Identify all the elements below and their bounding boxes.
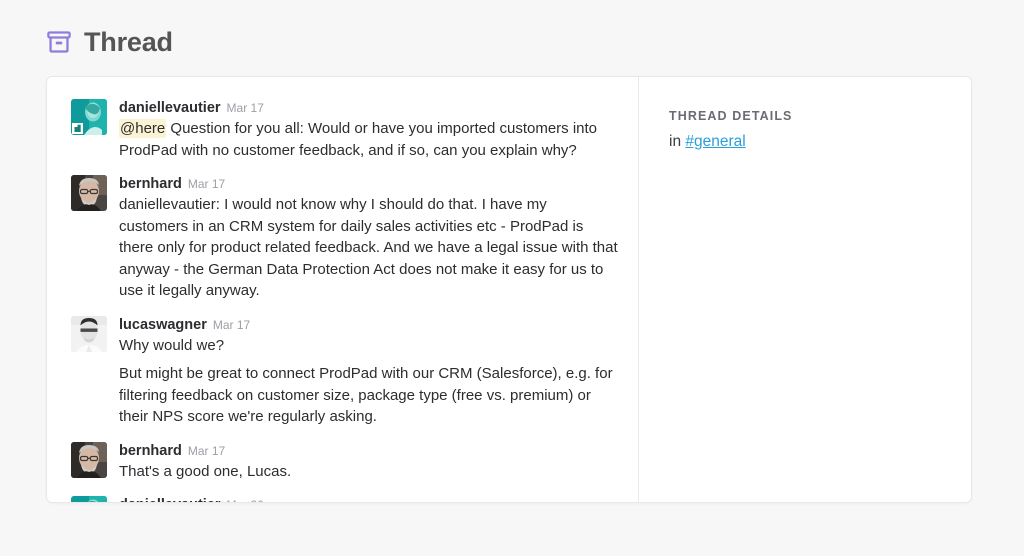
message-author[interactable]: bernhard bbox=[119, 443, 182, 459]
message-paragraph: That's a good one, Lucas. bbox=[119, 461, 618, 483]
message-paragraph: daniellevautier: I would not know why I … bbox=[119, 194, 618, 302]
message-text: daniellevautier: I would not know why I … bbox=[119, 194, 618, 302]
page-header: Thread bbox=[0, 0, 1024, 62]
message-text: That's a good one, Lucas. bbox=[119, 461, 618, 483]
page-title: Thread bbox=[84, 26, 173, 57]
message-timestamp: Mar 20 bbox=[227, 498, 264, 502]
message-meta: bernhard Mar 17 bbox=[119, 443, 618, 459]
message-paragraph: Why would we? bbox=[119, 335, 618, 357]
thread-channel-line: in #general bbox=[669, 132, 971, 152]
thread-details-heading: THREAD DETAILS bbox=[669, 109, 793, 123]
thread-details-pane: THREAD DETAILS in #general bbox=[639, 77, 971, 502]
avatar[interactable] bbox=[71, 315, 107, 352]
archive-box-icon bbox=[46, 29, 72, 55]
message-timestamp: Mar 17 bbox=[226, 101, 264, 115]
message-author[interactable]: daniellevautier bbox=[119, 497, 221, 502]
message-item: daniellevautierMar 20Thanks @bernhard an… bbox=[47, 496, 638, 502]
message-meta: daniellevautier Mar 20 bbox=[119, 497, 618, 502]
message-timestamp: Mar 17 bbox=[187, 443, 226, 458]
message-item: lucaswagner Mar 17 Why would we? But might … bbox=[47, 315, 638, 428]
message-author[interactable]: daniellevautier bbox=[119, 100, 221, 116]
text-run: But might be great to connect ProdPad wi… bbox=[119, 365, 613, 425]
channel-link-general[interactable]: #general bbox=[685, 133, 745, 150]
message-paragraph: @here Question for you all: Would or hav… bbox=[119, 118, 618, 161]
text-run: Question for you all: Would or have you … bbox=[119, 120, 598, 159]
avatar[interactable] bbox=[71, 99, 107, 135]
message-body: daniellevautier Mar 17 @here Question for … bbox=[119, 99, 618, 161]
text-run: That's a good one, Lucas. bbox=[119, 462, 292, 480]
message-author[interactable]: lucaswagner bbox=[119, 317, 207, 333]
message-paragraph: But might be great to connect ProdPad wi… bbox=[119, 363, 618, 428]
message-meta: bernhard Mar 17 bbox=[119, 176, 618, 192]
avatar[interactable] bbox=[71, 175, 107, 211]
message-item: bernhard Mar 17 daniellevautier: I would n… bbox=[47, 175, 638, 302]
message-meta: daniellevautier Mar 17 bbox=[119, 100, 618, 116]
message-body: bernhard Mar 17 daniellevautier: I would n… bbox=[119, 175, 618, 302]
message-body: daniellevautierMar 20Thanks @bernhard an… bbox=[119, 496, 618, 502]
message-text: @here Question for you all: Would or hav… bbox=[119, 118, 618, 161]
channel-prefix-label: in bbox=[669, 133, 686, 150]
message-timestamp: Mar 17 bbox=[212, 317, 251, 332]
message-body: bernhard Mar 17 That's a good one, Lucas. bbox=[119, 442, 618, 483]
message-item: daniellevautier Mar 17 @here Question for … bbox=[47, 99, 638, 161]
mention-here[interactable]: @here bbox=[119, 119, 167, 138]
message-item: bernhard Mar 17 That's a good one, Lucas. bbox=[47, 441, 638, 483]
text-run: daniellevautier: I would not know why I … bbox=[119, 196, 618, 299]
message-body: lucaswagner Mar 17 Why would we? But might … bbox=[119, 316, 618, 428]
message-text: Why would we? But might be great to conne… bbox=[119, 335, 618, 428]
avatar[interactable] bbox=[71, 441, 107, 478]
message-author[interactable]: bernhard bbox=[119, 176, 182, 192]
message-timestamp: Mar 17 bbox=[187, 177, 226, 191]
message-meta: lucaswagner Mar 17 bbox=[119, 317, 618, 333]
text-run: Why would we? bbox=[119, 336, 225, 354]
avatar[interactable] bbox=[71, 496, 107, 502]
messages-pane: daniellevautier Mar 17 @here Question for … bbox=[47, 77, 639, 502]
thread-card: daniellevautier Mar 17 @here Question for … bbox=[46, 76, 972, 503]
